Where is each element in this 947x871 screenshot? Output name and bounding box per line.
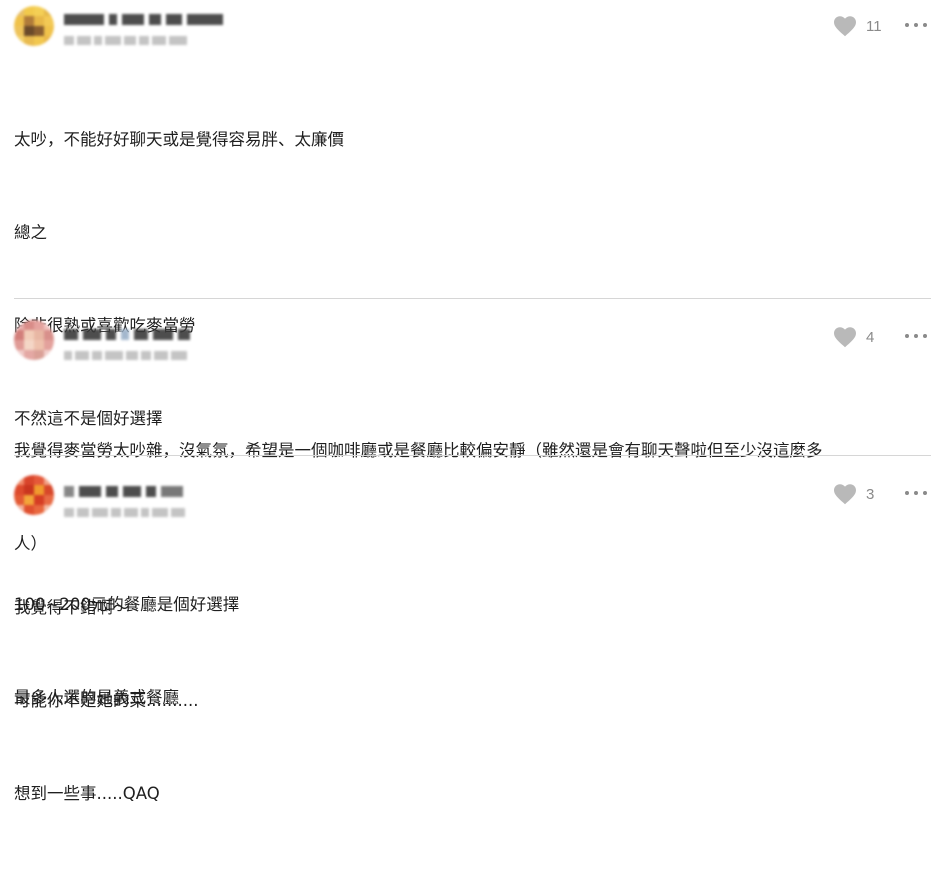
more-dot [923,491,927,495]
more-options-button[interactable] [905,487,927,499]
more-dot [923,23,927,27]
comment-line: 我覺得不錯啊～ [14,598,130,617]
like-button[interactable]: 4 [833,326,882,348]
like-count: 3 [866,485,875,503]
avatar[interactable] [14,6,54,46]
like-count: 11 [866,17,882,35]
comment-divider [14,298,931,299]
username-redacted[interactable] [64,484,185,498]
more-options-button[interactable] [905,330,927,342]
more-dots-icon [905,491,909,495]
more-options-button[interactable] [905,19,927,31]
post-meta-redacted [64,34,223,46]
more-dot [914,334,918,338]
user-info [64,484,185,518]
post-meta-redacted [64,349,190,361]
username-redacted[interactable] [64,327,190,341]
more-dots-icon [905,23,909,27]
user-info [64,327,190,361]
more-dot [914,491,918,495]
comment-line: 想到一些事.....QAQ [14,784,160,803]
post-meta-redacted [64,506,185,518]
like-button[interactable]: 3 [833,483,882,505]
comment-line: 我覺得麥當勞太吵雜，沒氣氛，希望是一個咖啡廳或是餐廳比較偏安靜（雖然還是會有聊天… [14,441,823,460]
user-info [64,12,223,46]
like-button[interactable]: 11 [833,15,882,37]
heart-icon [834,327,856,348]
more-dot [914,23,918,27]
comment-line: 太吵，不能好好聊天或是覺得容易胖、太廉價 [14,130,344,149]
comment-divider [14,455,931,456]
heart-icon [834,484,856,505]
more-dot [923,334,927,338]
more-dots-icon [905,334,909,338]
heart-icon [834,16,856,37]
avatar[interactable] [14,475,54,515]
avatar[interactable] [14,320,54,360]
comment-line: 可能你不是她的菜.......... [14,691,199,710]
comment-line: 總之 [14,223,47,242]
like-count: 4 [866,328,875,346]
comment-text: 我覺得不錯啊～ 可能你不是她的菜.......... 想到一些事.....QAQ [14,530,933,871]
username-redacted[interactable] [64,12,223,26]
